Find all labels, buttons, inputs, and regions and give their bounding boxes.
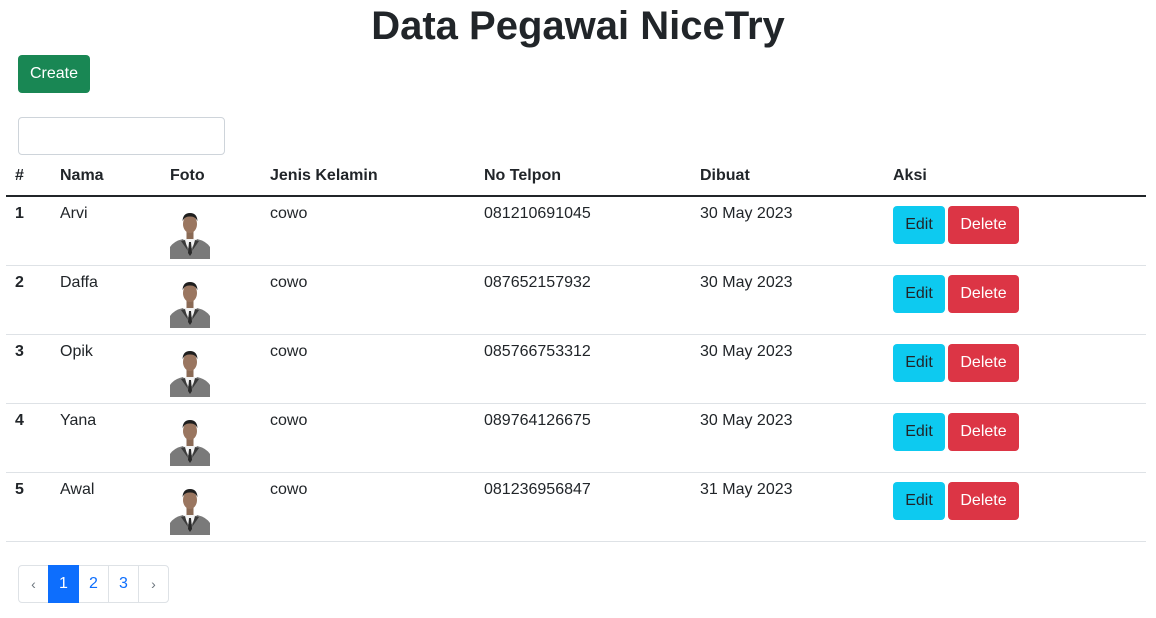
pagination-page-2[interactable]: 2 (78, 565, 109, 603)
row-foto (161, 265, 261, 335)
create-button[interactable]: Create (18, 55, 90, 93)
page-title: Data Pegawai NiceTry (371, 4, 785, 48)
row-no-telpon: 089764126675 (475, 403, 691, 473)
row-number: 2 (6, 265, 51, 335)
table-row: 3 Opik cowo 085766753312 30 May 2023 Edi… (6, 334, 1146, 404)
header-no-telpon: No Telpon (475, 156, 691, 197)
row-nama: Awal (51, 472, 161, 542)
pagination-prev[interactable]: ‹ (18, 565, 49, 603)
pagination: ‹ 1 2 3 › (18, 565, 169, 603)
delete-button[interactable]: Delete (948, 343, 1019, 382)
table-row: 2 Daffa cowo 087652157932 30 May 2023 Ed… (6, 265, 1146, 335)
row-jenis-kelamin: cowo (261, 196, 475, 266)
row-nama: Arvi (51, 196, 161, 266)
row-jenis-kelamin: cowo (261, 265, 475, 335)
row-foto (161, 403, 261, 473)
row-aksi: Edit Delete (884, 265, 1146, 335)
row-aksi: Edit Delete (884, 472, 1146, 542)
person-photo-icon (170, 275, 252, 328)
edit-button[interactable]: Edit (893, 412, 945, 451)
header-nama: Nama (51, 156, 161, 197)
row-aksi: Edit Delete (884, 196, 1146, 266)
edit-button[interactable]: Edit (893, 343, 945, 382)
row-dibuat: 31 May 2023 (691, 472, 884, 542)
row-dibuat: 30 May 2023 (691, 403, 884, 473)
row-jenis-kelamin: cowo (261, 403, 475, 473)
row-nama: Opik (51, 334, 161, 404)
person-photo-icon (170, 482, 252, 535)
pagination-page-1[interactable]: 1 (48, 565, 79, 603)
person-photo-icon (170, 344, 252, 397)
row-aksi: Edit Delete (884, 334, 1146, 404)
table-header-row: # Nama Foto Jenis Kelamin No Telpon Dibu… (6, 156, 1146, 197)
delete-button[interactable]: Delete (948, 412, 1019, 451)
table-row: 5 Awal cowo 081236956847 31 May 2023 Edi… (6, 472, 1146, 542)
row-nama: Daffa (51, 265, 161, 335)
row-no-telpon: 085766753312 (475, 334, 691, 404)
header-jenis-kelamin: Jenis Kelamin (261, 156, 475, 197)
header-number: # (6, 156, 51, 197)
search-input[interactable] (18, 117, 225, 155)
row-dibuat: 30 May 2023 (691, 334, 884, 404)
header-dibuat: Dibuat (691, 156, 884, 197)
table-row: 4 Yana cowo 089764126675 30 May 2023 Edi… (6, 403, 1146, 473)
edit-button[interactable]: Edit (893, 206, 945, 244)
row-foto (161, 334, 261, 404)
table-row: 1 Arvi cowo 081210691045 30 May 2023 Edi… (6, 196, 1146, 266)
row-no-telpon: 081236956847 (475, 472, 691, 542)
row-no-telpon: 087652157932 (475, 265, 691, 335)
delete-button[interactable]: Delete (948, 206, 1019, 244)
delete-button[interactable]: Delete (948, 481, 1019, 520)
row-aksi: Edit Delete (884, 403, 1146, 473)
pagination-page-3[interactable]: 3 (108, 565, 139, 603)
edit-button[interactable]: Edit (893, 481, 945, 520)
row-no-telpon: 081210691045 (475, 196, 691, 266)
header-aksi: Aksi (884, 156, 1146, 197)
row-dibuat: 30 May 2023 (691, 196, 884, 266)
row-number: 5 (6, 472, 51, 542)
row-jenis-kelamin: cowo (261, 472, 475, 542)
person-photo-icon (170, 413, 252, 466)
row-nama: Yana (51, 403, 161, 473)
row-dibuat: 30 May 2023 (691, 265, 884, 335)
row-foto (161, 472, 261, 542)
row-number: 4 (6, 403, 51, 473)
row-number: 3 (6, 334, 51, 404)
employee-table: # Nama Foto Jenis Kelamin No Telpon Dibu… (6, 156, 1146, 542)
row-foto (161, 196, 261, 266)
header-foto: Foto (161, 156, 261, 197)
person-photo-icon (170, 207, 252, 259)
edit-button[interactable]: Edit (893, 274, 945, 313)
row-number: 1 (6, 196, 51, 266)
row-jenis-kelamin: cowo (261, 334, 475, 404)
delete-button[interactable]: Delete (948, 274, 1019, 313)
pagination-next[interactable]: › (138, 565, 169, 603)
